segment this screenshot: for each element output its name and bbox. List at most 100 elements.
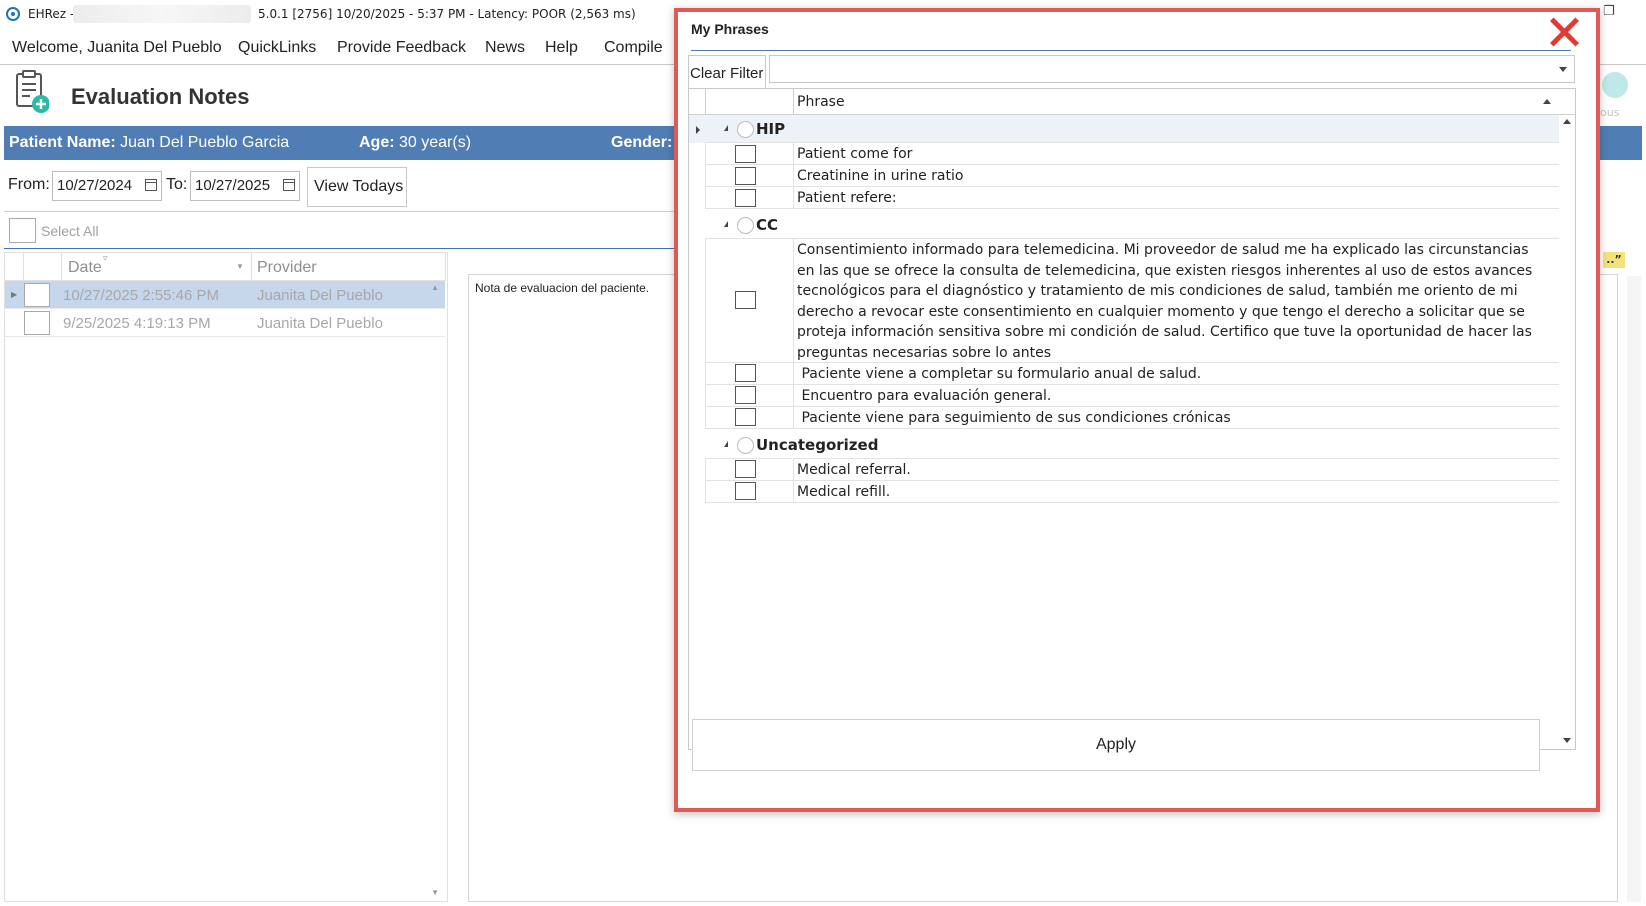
app-logo-icon [6, 7, 20, 21]
group-row-uncategorized[interactable]: Uncategorized [689, 431, 1559, 459]
clear-filter-button[interactable]: Clear Filter [688, 55, 766, 91]
filter-icon[interactable]: ▿ [103, 253, 108, 264]
collapse-arrow-icon[interactable] [724, 221, 728, 227]
row-date: 10/27/2025 2:55:46 PM [63, 287, 219, 304]
patient-name-value: Juan Del Pueblo Garcia [120, 134, 290, 151]
phrase-text: Encuentro para evaluación general. [797, 388, 1052, 404]
notes-grid: Date ▿ ▼ Provider ▶ 10/27/2025 2:55:46 P… [4, 252, 448, 902]
dialog-title-divider [691, 50, 1571, 51]
phrase-checkbox[interactable] [735, 167, 756, 185]
column-provider[interactable]: Provider [257, 259, 317, 277]
to-date-value: 10/27/2025 [195, 177, 271, 194]
group-row-hip[interactable]: HIP [689, 115, 1559, 143]
phrase-checkbox[interactable] [735, 408, 756, 426]
patient-age-value: 30 year(s) [399, 134, 472, 151]
group-label: CC [756, 216, 779, 234]
phrase-text: Patient refere: [797, 190, 897, 206]
phrase-checkbox[interactable] [735, 291, 756, 309]
date-filter-bar: From: 10/27/2024 To: 10/27/2025 View Tod… [0, 164, 700, 210]
phrase-row[interactable]: Consentimiento informado para telemedici… [705, 239, 1559, 363]
phrase-row[interactable]: Creatinine in urine ratio [705, 165, 1559, 187]
phrase-row[interactable]: Encuentro para evaluación general. [705, 385, 1559, 407]
phrase-row[interactable]: Paciente viene para seguimiento de sus c… [705, 407, 1559, 429]
page-title: Evaluation Notes [71, 84, 250, 109]
menu-provide-feedback[interactable]: Provide Feedback [337, 39, 466, 57]
group-radio[interactable] [737, 121, 754, 138]
patient-name-label: Patient Name: [9, 134, 116, 151]
calendar-icon[interactable] [283, 179, 295, 191]
evaluation-notes-icon [16, 70, 49, 113]
grid-header: Date ▿ ▼ Provider [5, 253, 446, 281]
row-checkbox[interactable] [24, 283, 50, 307]
version-latency-info: 5.0.1 [2756] 10/20/2025 - 5:37 PM - Late… [258, 7, 636, 21]
scroll-up-icon[interactable]: ▲ [431, 283, 439, 292]
previous-button-label: ous [1600, 106, 1620, 119]
menu-help[interactable]: Help [545, 39, 578, 57]
note-text: Nota de evaluacion del paciente. [475, 281, 650, 295]
patient-age-field: Age: 30 year(s) [359, 134, 471, 152]
to-date-input[interactable]: 10/27/2025 [190, 171, 300, 201]
collapse-arrow-icon[interactable] [724, 125, 728, 131]
patient-age-label: Age: [359, 134, 395, 151]
row-date: 9/25/2025 4:19:13 PM [63, 315, 211, 332]
filter-divider [4, 211, 704, 212]
phrase-text: Paciente viene para seguimiento de sus c… [797, 410, 1231, 426]
collapse-arrow-icon[interactable] [724, 441, 728, 447]
phrases-scrollbar[interactable] [1559, 115, 1575, 749]
from-date-input[interactable]: 10/27/2024 [52, 171, 162, 201]
my-phrases-dialog: My Phrases Clear Filter Phrase HIP Patie… [674, 8, 1600, 812]
group-radio[interactable] [737, 217, 754, 234]
phrase-checkbox[interactable] [735, 145, 756, 163]
phrase-row[interactable]: Patient come for [705, 143, 1559, 165]
phrases-quote-icon[interactable]: ..” [1603, 252, 1625, 268]
scroll-up-icon[interactable] [1563, 119, 1571, 124]
phrase-row[interactable]: Medical refill. [705, 481, 1559, 503]
section-divider [4, 248, 704, 249]
patient-name-field: Patient Name: Juan Del Pueblo Garcia [9, 134, 289, 152]
phrase-checkbox[interactable] [735, 189, 756, 207]
patient-gender-label: Gender: [611, 134, 673, 151]
calendar-icon[interactable] [145, 179, 157, 191]
from-date-value: 10/27/2024 [57, 177, 133, 194]
redacted-clinic-name [73, 5, 251, 23]
menu-welcome[interactable]: Welcome, Juanita Del Pueblo [12, 39, 222, 57]
column-phrase[interactable]: Phrase [797, 94, 845, 110]
note-scrollbar[interactable] [1627, 276, 1641, 902]
view-todays-button[interactable]: View Todays [307, 167, 407, 207]
scroll-down-icon[interactable]: ▼ [431, 888, 439, 897]
row-indicator-icon: ▶ [11, 290, 18, 299]
chevron-down-icon[interactable]: ▼ [236, 262, 244, 271]
select-all-label: Select All [41, 223, 99, 239]
phrase-filter-dropdown[interactable] [769, 55, 1575, 83]
menu-compile[interactable]: Compile [604, 39, 663, 57]
group-label: HIP [756, 120, 786, 138]
apply-button[interactable]: Apply [692, 719, 1540, 771]
row-checkbox[interactable] [24, 311, 50, 335]
previous-icon [1602, 72, 1628, 98]
phrase-text: Patient come for [797, 146, 913, 162]
phrase-text: Medical referral. [797, 462, 911, 478]
phrase-checkbox[interactable] [735, 460, 756, 478]
phrase-checkbox[interactable] [735, 386, 756, 404]
table-row[interactable]: ▶ 10/27/2025 2:55:46 PM Juanita Del Pueb… [5, 281, 445, 309]
phrase-row[interactable]: Paciente viene a completar su formulario… [705, 363, 1559, 385]
menu-news[interactable]: News [485, 39, 525, 57]
phrase-text: Medical refill. [797, 484, 891, 500]
group-row-cc[interactable]: CC [689, 211, 1559, 239]
menu-quicklinks[interactable]: QuickLinks [238, 39, 316, 57]
select-all-checkbox[interactable] [9, 218, 36, 243]
close-icon[interactable] [1547, 14, 1581, 48]
row-indicator-icon [696, 126, 700, 134]
phrase-row[interactable]: Medical referral. [705, 459, 1559, 481]
sort-ascending-icon[interactable] [1543, 99, 1551, 104]
table-row[interactable]: 9/25/2025 4:19:13 PM Juanita Del Pueblo [5, 309, 445, 337]
phrase-checkbox[interactable] [735, 482, 756, 500]
group-radio[interactable] [737, 437, 754, 454]
column-date[interactable]: Date [68, 259, 102, 277]
group-label: Uncategorized [756, 436, 879, 454]
scroll-down-icon[interactable] [1563, 738, 1571, 743]
phrase-checkbox[interactable] [735, 364, 756, 382]
phrase-row[interactable]: Patient refere: [705, 187, 1559, 209]
chevron-down-icon[interactable] [1559, 67, 1567, 72]
restore-window-icon[interactable]: ❐ [1603, 4, 1615, 19]
